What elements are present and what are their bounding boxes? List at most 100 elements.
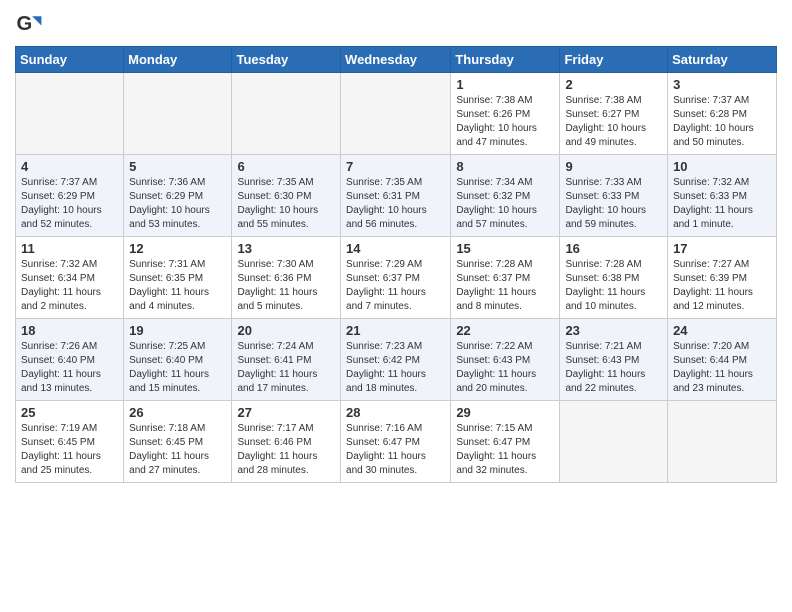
calendar-day-cell: 7 Sunrise: 7:35 AM Sunset: 6:31 PM Daylig… (341, 155, 451, 237)
day-info: Sunrise: 7:25 AM Sunset: 6:40 PM Dayligh… (129, 340, 226, 396)
day-number: 24 (673, 323, 771, 338)
calendar-week-row: 18 Sunrise: 7:26 AM Sunset: 6:40 PM Dayli… (16, 319, 777, 401)
day-number: 8 (456, 159, 554, 174)
day-info: Sunrise: 7:24 AM Sunset: 6:41 PM Dayligh… (237, 340, 335, 396)
day-number: 16 (565, 241, 662, 256)
day-number: 21 (346, 323, 445, 338)
day-info: Sunrise: 7:38 AM Sunset: 6:27 PM Dayligh… (565, 94, 662, 150)
day-info: Sunrise: 7:27 AM Sunset: 6:39 PM Dayligh… (673, 258, 771, 314)
day-number: 22 (456, 323, 554, 338)
day-number: 19 (129, 323, 226, 338)
day-number: 13 (237, 241, 335, 256)
day-of-week-header: Wednesday (341, 47, 451, 73)
calendar-day-cell: 25 Sunrise: 7:19 AM Sunset: 6:45 PM Dayli… (16, 401, 124, 483)
calendar-day-cell (668, 401, 777, 483)
day-number: 6 (237, 159, 335, 174)
calendar-day-cell (124, 73, 232, 155)
day-number: 11 (21, 241, 118, 256)
calendar-day-cell: 28 Sunrise: 7:16 AM Sunset: 6:47 PM Dayli… (341, 401, 451, 483)
calendar-day-cell: 29Sunrise: 7:15 AM Sunset: 6:47 PM Dayli… (451, 401, 560, 483)
calendar-day-cell (341, 73, 451, 155)
logo-icon: G (15, 10, 43, 38)
calendar-day-cell: 17 Sunrise: 7:27 AM Sunset: 6:39 PM Dayli… (668, 237, 777, 319)
day-info: Sunrise: 7:28 AM Sunset: 6:37 PM Dayligh… (456, 258, 554, 314)
day-info: Sunrise: 7:34 AM Sunset: 6:32 PM Dayligh… (456, 176, 554, 232)
day-info: Sunrise: 7:38 AM Sunset: 6:26 PM Dayligh… (456, 94, 554, 150)
calendar-day-cell: 15 Sunrise: 7:28 AM Sunset: 6:37 PM Dayli… (451, 237, 560, 319)
day-info: Sunrise: 7:29 AM Sunset: 6:37 PM Dayligh… (346, 258, 445, 314)
calendar-day-cell: 4 Sunrise: 7:37 AM Sunset: 6:29 PM Daylig… (16, 155, 124, 237)
day-info: Sunrise: 7:18 AM Sunset: 6:45 PM Dayligh… (129, 422, 226, 478)
calendar-day-cell: 26 Sunrise: 7:18 AM Sunset: 6:45 PM Dayli… (124, 401, 232, 483)
day-number: 7 (346, 159, 445, 174)
calendar-day-cell: 1 Sunrise: 7:38 AM Sunset: 6:26 PM Daylig… (451, 73, 560, 155)
day-number: 25 (21, 405, 118, 420)
day-number: 14 (346, 241, 445, 256)
calendar-week-row: 1 Sunrise: 7:38 AM Sunset: 6:26 PM Daylig… (16, 73, 777, 155)
calendar-day-cell: 6 Sunrise: 7:35 AM Sunset: 6:30 PM Daylig… (232, 155, 341, 237)
day-number: 5 (129, 159, 226, 174)
day-number: 12 (129, 241, 226, 256)
day-of-week-header: Tuesday (232, 47, 341, 73)
calendar-day-cell (560, 401, 668, 483)
day-info: Sunrise: 7:37 AM Sunset: 6:29 PM Dayligh… (21, 176, 118, 232)
day-info: Sunrise: 7:26 AM Sunset: 6:40 PM Dayligh… (21, 340, 118, 396)
day-info: Sunrise: 7:32 AM Sunset: 6:34 PM Dayligh… (21, 258, 118, 314)
logo: G (15, 10, 45, 38)
day-info: Sunrise: 7:17 AM Sunset: 6:46 PM Dayligh… (237, 422, 335, 478)
day-number: 28 (346, 405, 445, 420)
calendar-day-cell: 9Sunrise: 7:33 AM Sunset: 6:33 PM Daylig… (560, 155, 668, 237)
day-number: 15 (456, 241, 554, 256)
day-number: 2 (565, 77, 662, 92)
day-info: Sunrise: 7:19 AM Sunset: 6:45 PM Dayligh… (21, 422, 118, 478)
calendar-day-cell (16, 73, 124, 155)
calendar-day-cell: 10Sunrise: 7:32 AM Sunset: 6:33 PM Dayli… (668, 155, 777, 237)
day-number: 4 (21, 159, 118, 174)
day-info: Sunrise: 7:31 AM Sunset: 6:35 PM Dayligh… (129, 258, 226, 314)
day-number: 27 (237, 405, 335, 420)
calendar-day-cell: 2 Sunrise: 7:38 AM Sunset: 6:27 PM Daylig… (560, 73, 668, 155)
day-of-week-header: Saturday (668, 47, 777, 73)
day-number: 10 (673, 159, 771, 174)
calendar-week-row: 11 Sunrise: 7:32 AM Sunset: 6:34 PM Dayli… (16, 237, 777, 319)
day-number: 1 (456, 77, 554, 92)
day-number: 26 (129, 405, 226, 420)
day-number: 20 (237, 323, 335, 338)
calendar-day-cell: 16 Sunrise: 7:28 AM Sunset: 6:38 PM Dayli… (560, 237, 668, 319)
day-number: 18 (21, 323, 118, 338)
calendar-day-cell (232, 73, 341, 155)
day-info: Sunrise: 7:15 AM Sunset: 6:47 PM Dayligh… (456, 422, 554, 478)
day-info: Sunrise: 7:30 AM Sunset: 6:36 PM Dayligh… (237, 258, 335, 314)
day-info: Sunrise: 7:37 AM Sunset: 6:28 PM Dayligh… (673, 94, 771, 150)
calendar-day-cell: 5 Sunrise: 7:36 AM Sunset: 6:29 PM Daylig… (124, 155, 232, 237)
calendar-day-cell: 11 Sunrise: 7:32 AM Sunset: 6:34 PM Dayli… (16, 237, 124, 319)
calendar-day-cell: 8 Sunrise: 7:34 AM Sunset: 6:32 PM Daylig… (451, 155, 560, 237)
day-info: Sunrise: 7:16 AM Sunset: 6:47 PM Dayligh… (346, 422, 445, 478)
day-info: Sunrise: 7:20 AM Sunset: 6:44 PM Dayligh… (673, 340, 771, 396)
calendar-day-cell: 12 Sunrise: 7:31 AM Sunset: 6:35 PM Dayli… (124, 237, 232, 319)
day-of-week-header: Thursday (451, 47, 560, 73)
calendar-table: SundayMondayTuesdayWednesdayThursdayFrid… (15, 46, 777, 483)
calendar-day-cell: 14 Sunrise: 7:29 AM Sunset: 6:37 PM Dayli… (341, 237, 451, 319)
day-of-week-header: Sunday (16, 47, 124, 73)
day-info: Sunrise: 7:36 AM Sunset: 6:29 PM Dayligh… (129, 176, 226, 232)
calendar-week-row: 25 Sunrise: 7:19 AM Sunset: 6:45 PM Dayli… (16, 401, 777, 483)
calendar-header-row: SundayMondayTuesdayWednesdayThursdayFrid… (16, 47, 777, 73)
calendar-day-cell: 20 Sunrise: 7:24 AM Sunset: 6:41 PM Dayli… (232, 319, 341, 401)
calendar-day-cell: 23Sunrise: 7:21 AM Sunset: 6:43 PM Dayli… (560, 319, 668, 401)
calendar-day-cell: 22 Sunrise: 7:22 AM Sunset: 6:43 PM Dayli… (451, 319, 560, 401)
svg-text:G: G (17, 13, 33, 35)
day-info: Sunrise: 7:22 AM Sunset: 6:43 PM Dayligh… (456, 340, 554, 396)
page-header: G (15, 10, 777, 38)
day-info: Sunrise: 7:21 AM Sunset: 6:43 PM Dayligh… (565, 340, 662, 396)
day-number: 17 (673, 241, 771, 256)
calendar-day-cell: 19 Sunrise: 7:25 AM Sunset: 6:40 PM Dayli… (124, 319, 232, 401)
day-info: Sunrise: 7:35 AM Sunset: 6:31 PM Dayligh… (346, 176, 445, 232)
day-info: Sunrise: 7:28 AM Sunset: 6:38 PM Dayligh… (565, 258, 662, 314)
day-info: Sunrise: 7:35 AM Sunset: 6:30 PM Dayligh… (237, 176, 335, 232)
calendar-day-cell: 3Sunrise: 7:37 AM Sunset: 6:28 PM Daylig… (668, 73, 777, 155)
calendar-day-cell: 13 Sunrise: 7:30 AM Sunset: 6:36 PM Dayli… (232, 237, 341, 319)
day-info: Sunrise: 7:33 AM Sunset: 6:33 PM Dayligh… (565, 176, 662, 232)
day-info: Sunrise: 7:23 AM Sunset: 6:42 PM Dayligh… (346, 340, 445, 396)
calendar-week-row: 4 Sunrise: 7:37 AM Sunset: 6:29 PM Daylig… (16, 155, 777, 237)
